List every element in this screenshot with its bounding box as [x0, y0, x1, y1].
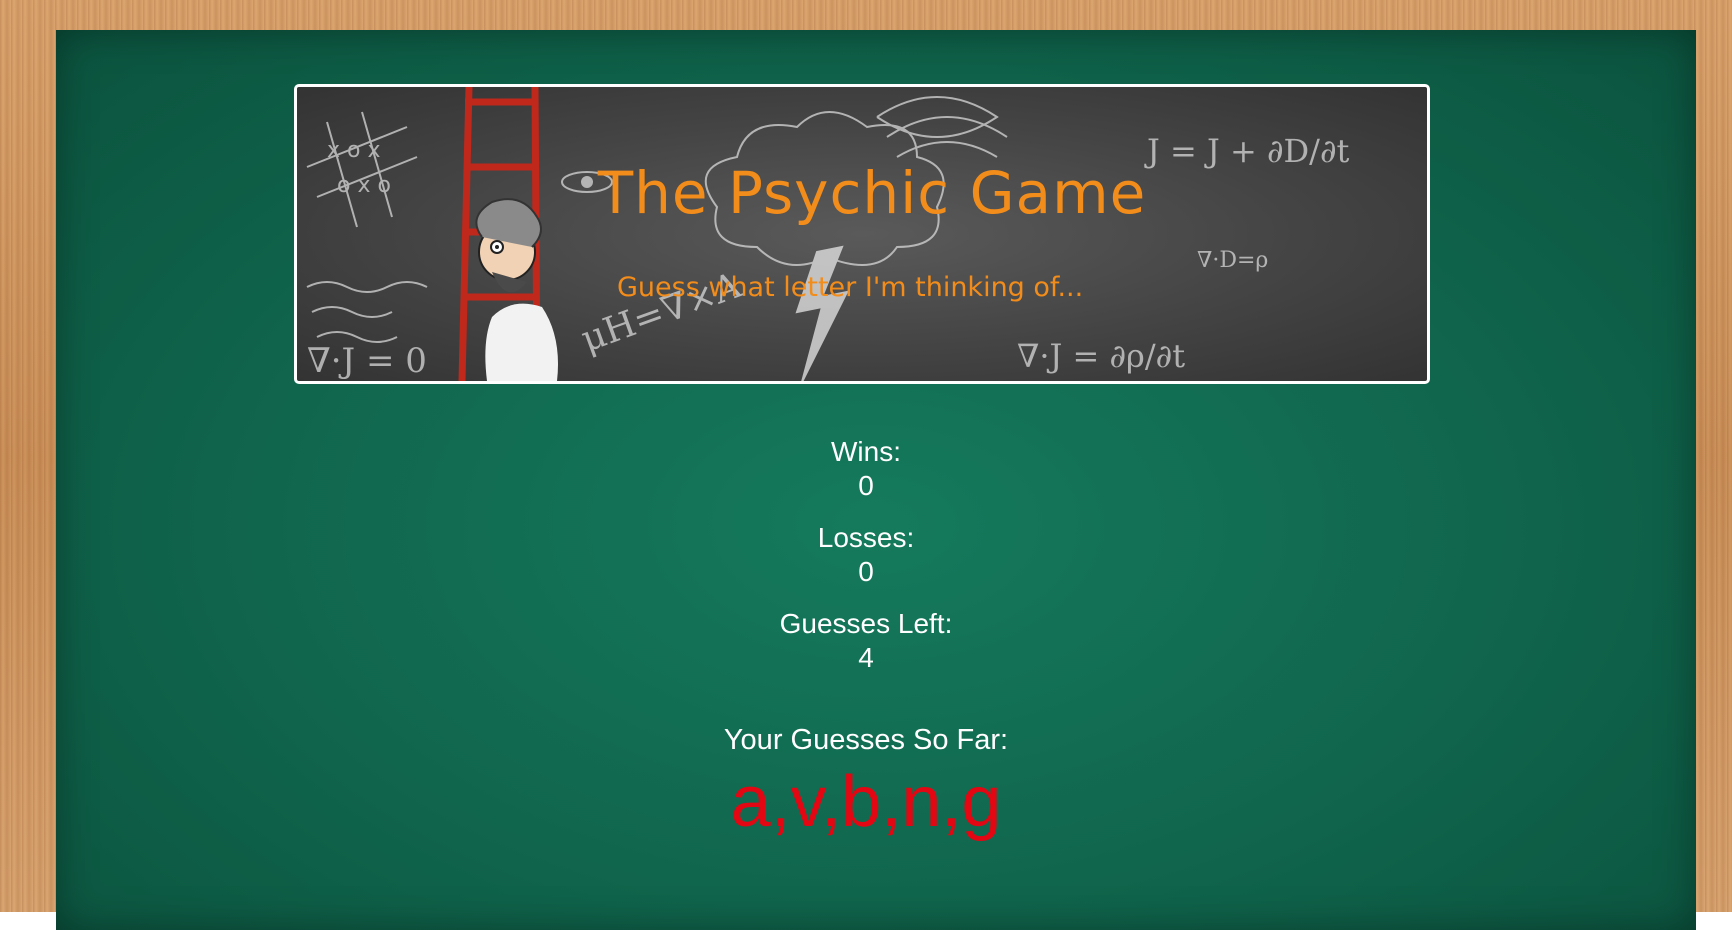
- chalkboard-doodles: x o x o x o ∇·J = 0 μH=∇×A J = J + ∂D/∂t…: [306, 87, 1350, 381]
- banner-subtitle: Guess what letter I'm thinking of...: [617, 272, 1084, 303]
- losses-value: 0: [858, 556, 874, 587]
- guesses-left-stat: Guesses Left: 4: [0, 607, 1732, 675]
- svg-text:∇·D=ρ: ∇·D=ρ: [1197, 248, 1268, 273]
- guesses-so-far-label: Your Guesses So Far:: [723, 724, 1009, 756]
- banner-title: The Psychic Game: [597, 159, 1147, 227]
- svg-text:∇·J = ∂ρ/∂t: ∇·J = ∂ρ/∂t: [1017, 337, 1185, 375]
- scoreboard: Wins: 0 Losses: 0 Guesses Left: 4: [0, 435, 1732, 693]
- wins-value: 0: [858, 470, 874, 501]
- wins-label: Wins:: [831, 436, 901, 467]
- losses-stat: Losses: 0: [0, 521, 1732, 589]
- svg-text:∇·J = 0: ∇·J = 0: [307, 341, 427, 381]
- guesses-so-far-value: a,v,b,n,g: [730, 762, 1002, 842]
- losses-label: Losses:: [817, 522, 915, 553]
- wins-stat: Wins: 0: [0, 435, 1732, 503]
- guesses-left-value: 4: [858, 642, 874, 673]
- header-banner: x o x o x o ∇·J = 0 μH=∇×A J = J + ∂D/∂t…: [294, 84, 1430, 384]
- guesses-left-label: Guesses Left:: [779, 608, 953, 639]
